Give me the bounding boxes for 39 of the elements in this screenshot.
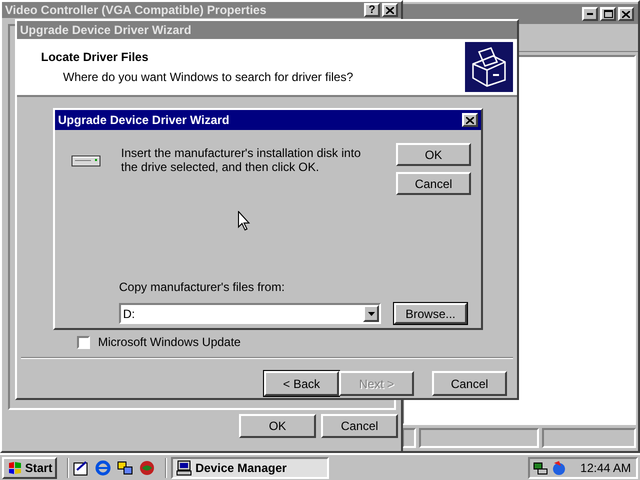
clock: 12:44 AM — [579, 460, 632, 476]
taskbar-button[interactable]: Device Manager — [171, 456, 330, 478]
start-button[interactable]: Start — [2, 456, 58, 478]
dialog-message: Insert the manufacturer's installation disk into the drive selected, and then click OK. — [121, 146, 362, 176]
mouse-cursor-icon — [238, 211, 250, 231]
wizard-button[interactable]: Cancel — [432, 371, 507, 396]
disk-drive-icon — [70, 154, 102, 168]
checkbox-label: Microsoft Windows Update — [98, 334, 241, 351]
field-label: Copy manufacturer's files from: — [119, 279, 286, 296]
checkbox[interactable] — [77, 336, 90, 348]
windows-logo-icon — [7, 460, 23, 474]
close-icon — [622, 10, 630, 18]
network-icon[interactable] — [533, 460, 549, 476]
desktop-icon[interactable] — [73, 460, 90, 476]
window-title: Upgrade Device Driver Wizard — [20, 22, 192, 39]
minimize-button[interactable] — [582, 7, 598, 21]
dialog-button[interactable]: Cancel — [321, 414, 398, 438]
close-icon — [386, 6, 394, 14]
dialog-button[interactable]: Cancel — [396, 172, 471, 195]
close-button[interactable] — [618, 7, 634, 21]
maximize-icon — [604, 10, 612, 18]
help-button[interactable]: ? — [364, 3, 380, 17]
page-heading: Locate Driver Files — [41, 49, 150, 66]
dialog-button[interactable]: OK — [396, 143, 471, 166]
maximize-button[interactable] — [600, 7, 616, 21]
close-button[interactable] — [382, 3, 398, 17]
wizard-button[interactable]: < Back — [264, 371, 339, 396]
computer-icon — [176, 460, 192, 476]
page-subheading: Where do you want Windows to search for driver files? — [62, 69, 354, 86]
browser-icon[interactable] — [95, 460, 112, 476]
dialog-button[interactable]: OK — [239, 414, 316, 438]
window-title: Video Controller (VGA Compatible) Properties — [5, 3, 268, 17]
close-button[interactable] — [462, 113, 478, 127]
close-icon — [466, 116, 474, 124]
drive-dropdown[interactable]: D: — [119, 303, 381, 324]
globe-icon[interactable] — [139, 460, 156, 476]
minimize-icon — [587, 13, 593, 15]
dialog-title: Upgrade Device Driver Wizard — [58, 112, 230, 129]
browse-button[interactable]: Browse... — [394, 303, 467, 324]
